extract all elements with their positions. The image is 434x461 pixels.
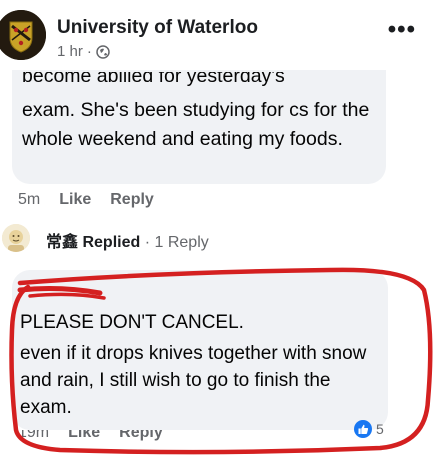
replies-link[interactable]: 常鑫 Replied · 1 Reply bbox=[0, 220, 434, 254]
like-button[interactable]: Like bbox=[68, 430, 100, 442]
post-meta: 1 hr · bbox=[57, 43, 110, 60]
comment-bubble: PLEASE DON'T CANCEL. even if it drops kn… bbox=[12, 270, 388, 430]
reaction-count: 5 bbox=[376, 421, 384, 437]
like-button[interactable]: Like bbox=[59, 191, 91, 209]
comment-cut-line: become abilled for yesterday's bbox=[22, 72, 362, 86]
avatar[interactable] bbox=[2, 224, 30, 252]
comment-first-line: PLEASE DON'T CANCEL. bbox=[20, 312, 244, 333]
page-name[interactable]: University of Waterloo bbox=[57, 17, 258, 39]
reply-separator: · bbox=[144, 234, 151, 251]
comment-actions: 19m Like Reply bbox=[18, 430, 163, 442]
reaction-summary[interactable]: 5 bbox=[354, 420, 384, 438]
reply-summary[interactable]: 常鑫 Replied · 1 Reply bbox=[46, 228, 209, 252]
comment-time[interactable]: 5m bbox=[18, 191, 40, 209]
comment-time[interactable]: 19m bbox=[18, 430, 49, 442]
post-time[interactable]: 1 hr bbox=[57, 43, 83, 60]
comment-text: exam. She's been studying for cs for the… bbox=[22, 99, 370, 150]
reply-count[interactable]: 1 Reply bbox=[155, 234, 209, 251]
reply-button[interactable]: Reply bbox=[119, 430, 163, 442]
post-header: University of Waterloo 1 hr · ••• bbox=[0, 0, 434, 70]
more-options-icon[interactable]: ••• bbox=[388, 18, 416, 42]
like-reaction-icon bbox=[354, 420, 372, 438]
reply-author[interactable]: 常鑫 bbox=[46, 234, 78, 251]
comment-cut-text: become abilled for yesterday's bbox=[22, 72, 285, 86]
replied-label: Replied bbox=[82, 234, 141, 251]
university-crest-avatar[interactable] bbox=[0, 10, 46, 60]
meta-separator: · bbox=[86, 43, 92, 60]
comment-text: even if it drops knives together with sn… bbox=[20, 343, 367, 418]
globe-icon bbox=[96, 44, 110, 59]
reply-button[interactable]: Reply bbox=[110, 191, 154, 209]
comment-actions: 5m Like Reply bbox=[18, 191, 154, 209]
